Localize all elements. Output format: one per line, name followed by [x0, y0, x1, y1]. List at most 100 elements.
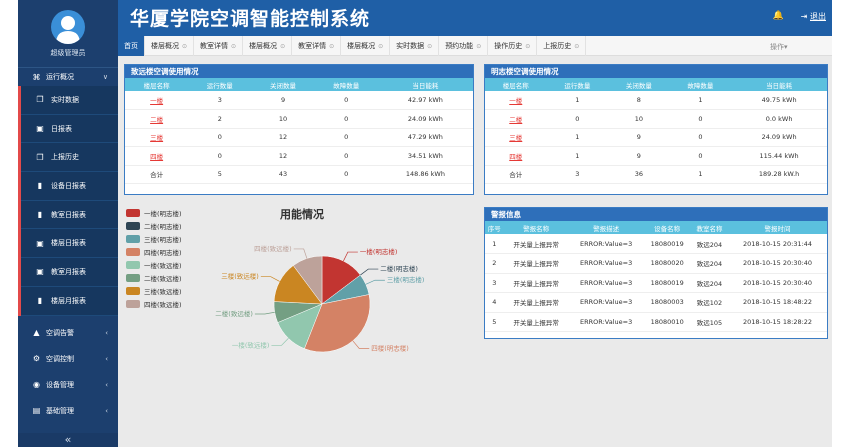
table-cell: 148.86 kWh	[377, 165, 473, 184]
table-cell: 24.09 kWh	[731, 128, 827, 147]
submenu-item[interactable]: ▮ 教室日报表	[21, 201, 118, 230]
tab-label: 楼层概况	[347, 42, 376, 50]
floor-link[interactable]: 一楼	[485, 91, 547, 110]
logout-button[interactable]: ⇥ 退出	[801, 11, 826, 22]
submenu-item[interactable]: ▮ 楼层月报表	[21, 287, 118, 316]
column-header: 警报名称	[503, 221, 569, 234]
tab[interactable]: 操作历史 ⊙	[488, 36, 538, 56]
submenu-item-label: 楼层月报表	[51, 296, 86, 305]
mingzhi-panel: 明志楼空调使用情况 楼层名称 运行数量 关闭数量 故障数量 当日能耗 一楼 1 8 1 49.7…	[484, 64, 828, 195]
table-cell: 0	[188, 128, 252, 147]
slice-label: 一楼(致远楼)	[232, 340, 270, 349]
column-header: 教室名称	[690, 221, 729, 234]
close-tab-icon[interactable]: ⊙	[525, 43, 530, 50]
floor-link[interactable]: 四楼	[125, 146, 189, 166]
mingzhi-table: 楼层名称 运行数量 关闭数量 故障数量 当日能耗 一楼 1 8 1 49.75 kWh 二楼 0 10…	[485, 78, 827, 184]
tab[interactable]: 教室详情 ⊙	[194, 36, 244, 56]
menu-item-label: 设备管理	[46, 380, 74, 389]
submenu-item-label: 教室日报表	[51, 210, 86, 219]
table-cell: 1	[669, 91, 732, 110]
menu-item-label: 基础管理	[46, 406, 74, 415]
table-cell: 3	[188, 91, 252, 110]
floor-link[interactable]: 二楼	[485, 109, 547, 129]
close-tab-icon[interactable]: ⊙	[378, 43, 383, 50]
tab[interactable]: 楼层概况 ⊙	[145, 36, 195, 56]
app-window: 超级管理员 ⌘ 运行概况 ∨ ❐ 实时数据 ▣ 日报表 ❐ 上报历史 ▮ 设备日报表 ▮ 教室日报…	[18, 0, 832, 447]
table-cell: 2018-10-15 20:30:40	[728, 253, 827, 274]
close-tab-icon[interactable]: ⊙	[329, 43, 334, 50]
floor-link[interactable]: 一楼	[125, 91, 189, 110]
overview-icon: ⌘	[32, 72, 41, 82]
table-cell: 1	[546, 146, 609, 166]
table-cell: ERROR:Value=3	[568, 234, 644, 254]
menu-overview[interactable]: ⌘ 运行概况 ∨	[18, 68, 118, 86]
table-row: 5 开关量上报异常 ERROR:Value=3 18080010 致远105 2018-1…	[485, 312, 827, 332]
tab[interactable]: 上报历史 ⊙	[537, 36, 587, 56]
table-row: 一楼 1 8 1 49.75 kWh	[485, 91, 827, 110]
floor-link[interactable]: 二楼	[125, 109, 189, 129]
bell-icon[interactable]: 🔔	[773, 11, 784, 21]
menu-item[interactable]: ◉ 设备管理 ‹	[18, 371, 118, 398]
floor-link[interactable]: 四楼	[485, 146, 547, 166]
collapse-sidebar-button[interactable]: «	[18, 433, 118, 447]
book-icon: ▤	[32, 406, 41, 415]
menu-item[interactable]: ▤ 基础管理 ‹	[18, 397, 118, 424]
copy-icon: ❐	[36, 152, 44, 162]
close-tab-icon[interactable]: ⊙	[476, 43, 481, 50]
close-tab-icon[interactable]: ⊙	[182, 43, 187, 50]
table-cell: 致远105	[690, 312, 729, 332]
floor-link[interactable]: 三楼	[125, 128, 189, 147]
main-menu: ▲ 空调告警 ‹ ⚙ 空调控制 ‹ ◉ 设备管理 ‹ ▤ 基础管理 ‹	[18, 319, 118, 424]
submenu-item[interactable]: ▣ 日报表	[21, 115, 118, 144]
menu-item[interactable]: ⚙ 空调控制 ‹	[18, 345, 118, 372]
submenu-item[interactable]: ▣ 楼层日报表	[21, 229, 118, 259]
table-cell: 开关量上报异常	[503, 273, 569, 293]
close-tab-icon[interactable]: ⊙	[574, 43, 579, 50]
table-cell: 18080019	[643, 234, 691, 254]
table-cell: 0	[669, 109, 732, 129]
table-cell: 1	[546, 128, 609, 147]
floor-link[interactable]: 三楼	[485, 128, 547, 147]
table-cell: 致远102	[690, 292, 729, 313]
submenu-item[interactable]: ▣ 教室月报表	[21, 258, 118, 287]
tab[interactable]: 实时数据 ⊙	[390, 36, 440, 56]
submenu-item[interactable]: ❐ 实时数据	[21, 86, 118, 115]
tab-operations-dropdown[interactable]: 操作▾	[770, 42, 802, 52]
submenu-item[interactable]: ▮ 设备日报表	[21, 172, 118, 201]
tab[interactable]: 楼层概况 ⊙	[341, 36, 391, 56]
close-tab-icon[interactable]: ⊙	[280, 43, 285, 50]
tab-label: 楼层概况	[249, 42, 278, 50]
table-cell: 9	[608, 146, 670, 166]
submenu-item-label: 设备日报表	[51, 181, 86, 190]
tab-label: 操作历史	[494, 42, 523, 50]
slice-label-line	[352, 340, 370, 349]
column-header: 当日能耗	[377, 78, 473, 91]
submenu-item-label: 实时数据	[51, 95, 79, 104]
column-header: 关闭数量	[608, 78, 670, 91]
table-cell: 合计	[125, 165, 189, 184]
tab[interactable]: 楼层概况 ⊙	[243, 36, 293, 56]
menu-item[interactable]: ▲ 空调告警 ‹	[18, 319, 118, 346]
close-tab-icon[interactable]: ⊙	[231, 43, 236, 50]
table-cell: 189.28 kW.h	[731, 165, 827, 184]
table-cell: 2	[188, 109, 252, 129]
submenu-item[interactable]: ❐ 上报历史	[21, 143, 118, 173]
table-cell: 致远204	[690, 234, 729, 254]
tab[interactable]: 预约功能 ⊙	[439, 36, 489, 56]
table-cell: 18080019	[643, 273, 691, 293]
table-cell: 24.09 kWh	[377, 109, 473, 129]
slice-label: 四楼(致远楼)	[254, 244, 292, 253]
close-tab-icon[interactable]: ⊙	[427, 43, 432, 50]
tab[interactable]: 教室详情 ⊙	[292, 36, 342, 56]
table-cell: 115.44 kWh	[731, 146, 827, 166]
column-header: 楼层名称	[485, 78, 547, 91]
tab-label: 预约功能	[445, 42, 474, 50]
table-cell: ERROR:Value=3	[568, 292, 644, 313]
chevron-down-icon: ∨	[102, 73, 108, 81]
table-row: 4 开关量上报异常 ERROR:Value=3 18080003 致远102 2018-1…	[485, 292, 827, 313]
avatar[interactable]	[51, 9, 85, 44]
column-header: 警报描述	[568, 221, 644, 234]
tab[interactable]: 首页	[118, 36, 145, 56]
slice-label: 三楼(明志楼)	[387, 275, 425, 284]
table-cell: 开关量上报异常	[503, 234, 569, 254]
